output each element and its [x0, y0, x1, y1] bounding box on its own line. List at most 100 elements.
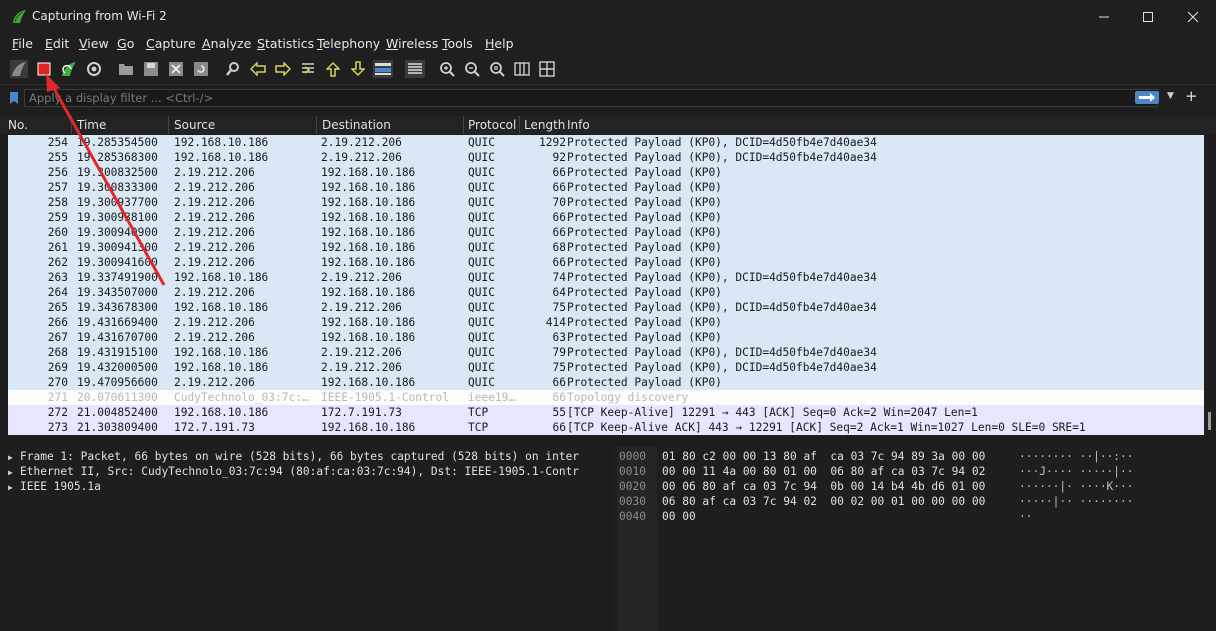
pane-splitter[interactable]: [0, 437, 1216, 447]
apply-filter-button[interactable]: [1135, 91, 1159, 104]
packet-row[interactable]: 270 19.470956600 2.19.212.206 192.168.10.18…: [8, 375, 1204, 390]
cell-no: 269: [47, 361, 68, 374]
cell-protocol: QUIC: [468, 271, 495, 284]
menu-wireless[interactable]: Wireless: [386, 36, 438, 51]
cell-source: 192.168.10.186: [174, 271, 269, 284]
save-file-button[interactable]: [140, 58, 162, 80]
col-header-protocol[interactable]: Protocol: [468, 118, 516, 132]
reload-file-icon: [194, 62, 208, 76]
layout-button[interactable]: [536, 58, 558, 80]
maximize-button[interactable]: [1125, 0, 1171, 33]
resize-columns-button[interactable]: [511, 58, 533, 80]
close-file-button[interactable]: [165, 58, 187, 80]
detail-tree-item[interactable]: ▶ Frame 1: Packet, 66 bytes on wire (528 …: [8, 449, 579, 464]
packet-row[interactable]: 263 19.337491900 192.168.10.186 2.19.212.20…: [8, 270, 1204, 285]
cell-length: 66: [552, 421, 566, 434]
byte-hex[interactable]: 00 00: [662, 509, 696, 524]
filter-bookmark-icon[interactable]: [9, 91, 19, 105]
cell-source: 2.19.212.206: [174, 316, 255, 329]
packet-row[interactable]: 259 19.300938100 2.19.212.206 192.168.10.18…: [8, 210, 1204, 225]
packet-row[interactable]: 255 19.285368300 192.168.10.186 2.19.212.20…: [8, 150, 1204, 165]
stop-capture-button[interactable]: [33, 58, 55, 80]
col-header-destination[interactable]: Destination: [322, 118, 391, 132]
packet-row[interactable]: 260 19.300940900 2.19.212.206 192.168.10.18…: [8, 225, 1204, 240]
menu-go[interactable]: Go: [117, 36, 134, 51]
go-to-packet-button[interactable]: [297, 58, 319, 80]
packet-row[interactable]: 262 19.300941600 2.19.212.206 192.168.10.18…: [8, 255, 1204, 270]
byte-ascii[interactable]: ········ ··|··:··: [1019, 449, 1134, 464]
packet-row[interactable]: 267 19.431670700 2.19.212.206 192.168.10.18…: [8, 330, 1204, 345]
menu-file[interactable]: File: [12, 36, 33, 51]
packet-row[interactable]: 271 20.070611300 CudyTechnolo_03:7c:… IEEE-…: [8, 390, 1204, 405]
normal-size-button[interactable]: [486, 58, 508, 80]
auto-scroll-button[interactable]: [372, 58, 394, 80]
restart-capture-button[interactable]: [58, 58, 80, 80]
packet-row[interactable]: 265 19.343678300 192.168.10.186 2.19.212.20…: [8, 300, 1204, 315]
cell-protocol: QUIC: [468, 151, 495, 164]
col-header-time[interactable]: Time: [77, 118, 106, 132]
expand-arrow-icon[interactable]: ▶: [8, 450, 20, 465]
detail-tree-item[interactable]: ▶ IEEE 1905.1a: [8, 479, 101, 494]
colorize-button[interactable]: [404, 58, 426, 80]
expand-arrow-icon[interactable]: ▶: [8, 480, 20, 495]
col-header-info[interactable]: Info: [567, 118, 590, 132]
byte-ascii[interactable]: ·····|·· ········: [1019, 494, 1134, 509]
packet-row[interactable]: 256 19.300832500 2.19.212.206 192.168.10.18…: [8, 165, 1204, 180]
byte-ascii[interactable]: ······|· ····K···: [1019, 479, 1134, 494]
zoom-out-button[interactable]: [461, 58, 483, 80]
packet-row[interactable]: 273 21.303809400 172.7.191.73 192.168.10.18…: [8, 420, 1204, 435]
add-filter-button[interactable]: +: [1185, 87, 1198, 105]
packet-list-scrollbar[interactable]: [1208, 412, 1211, 430]
packet-row[interactable]: 257 19.300833300 2.19.212.206 192.168.10.18…: [8, 180, 1204, 195]
detail-tree-item[interactable]: ▶ Ethernet II, Src: CudyTechnolo_03:7c:94…: [8, 464, 579, 479]
byte-ascii[interactable]: ··: [1019, 509, 1032, 524]
close-window-button[interactable]: [1170, 0, 1216, 33]
packet-row[interactable]: 264 19.343507000 2.19.212.206 192.168.10.18…: [8, 285, 1204, 300]
menu-help[interactable]: Help: [485, 36, 514, 51]
start-capture-button[interactable]: [8, 58, 30, 80]
cell-destination: 2.19.212.206: [321, 136, 402, 149]
menu-capture[interactable]: Capture: [146, 36, 196, 51]
go-back-button[interactable]: [247, 58, 269, 80]
cell-source: 2.19.212.206: [174, 286, 255, 299]
packet-row[interactable]: 269 19.432000500 192.168.10.186 2.19.212.20…: [8, 360, 1204, 375]
cell-info: Protected Payload (KP0), DCID=4d50fb4e7d…: [567, 271, 877, 284]
go-last-button[interactable]: [347, 58, 369, 80]
packet-row[interactable]: 254 19.285354500 192.168.10.186 2.19.212.20…: [8, 135, 1204, 150]
byte-hex[interactable]: 06 80 af ca 03 7c 94 02 00 02 00 01 00 0…: [662, 494, 985, 509]
packet-row[interactable]: 268 19.431915100 192.168.10.186 2.19.212.20…: [8, 345, 1204, 360]
go-first-button[interactable]: [322, 58, 344, 80]
menu-view[interactable]: View: [79, 36, 109, 51]
menu-analyze[interactable]: Analyze: [202, 36, 251, 51]
cell-destination: 192.168.10.186: [321, 421, 416, 434]
byte-hex[interactable]: 00 00 11 4a 00 80 01 00 06 80 af ca 03 7…: [662, 464, 985, 479]
menu-telephony[interactable]: Telephony: [317, 36, 380, 51]
find-packet-button[interactable]: [222, 58, 244, 80]
col-header-length[interactable]: Length: [524, 118, 565, 132]
go-forward-button[interactable]: [272, 58, 294, 80]
packet-row[interactable]: 258 19.300937700 2.19.212.206 192.168.10.18…: [8, 195, 1204, 210]
menu-statistics[interactable]: Statistics: [257, 36, 314, 51]
display-filter-input[interactable]: [24, 89, 1158, 107]
packet-row[interactable]: 272 21.004852400 192.168.10.186 172.7.191.7…: [8, 405, 1204, 420]
open-file-button[interactable]: [115, 58, 137, 80]
cell-time: 21.303809400: [77, 421, 158, 434]
byte-hex[interactable]: 01 80 c2 00 00 13 80 af ca 03 7c 94 89 3…: [662, 449, 985, 464]
zoom-in-button[interactable]: [436, 58, 458, 80]
minimize-button[interactable]: [1081, 0, 1127, 33]
cell-info: Protected Payload (KP0): [567, 286, 722, 299]
byte-ascii[interactable]: ···J···· ·····|··: [1019, 464, 1134, 479]
filter-history-dropdown[interactable]: ▼: [1167, 91, 1174, 101]
packet-row[interactable]: 266 19.431669400 2.19.212.206 192.168.10.18…: [8, 315, 1204, 330]
col-header-no[interactable]: No.: [8, 118, 28, 132]
cell-length: 66: [552, 226, 566, 239]
reload-file-button[interactable]: [190, 58, 212, 80]
col-header-source[interactable]: Source: [174, 118, 215, 132]
cell-destination: 2.19.212.206: [321, 271, 402, 284]
capture-options-button[interactable]: [83, 58, 105, 80]
byte-hex[interactable]: 00 06 80 af ca 03 7c 94 0b 00 14 b4 4b d…: [662, 479, 985, 494]
expand-arrow-icon[interactable]: ▶: [8, 465, 20, 480]
menu-tools[interactable]: Tools: [442, 36, 473, 51]
menu-edit[interactable]: Edit: [45, 36, 69, 51]
packet-row[interactable]: 261 19.300941300 2.19.212.206 192.168.10.18…: [8, 240, 1204, 255]
